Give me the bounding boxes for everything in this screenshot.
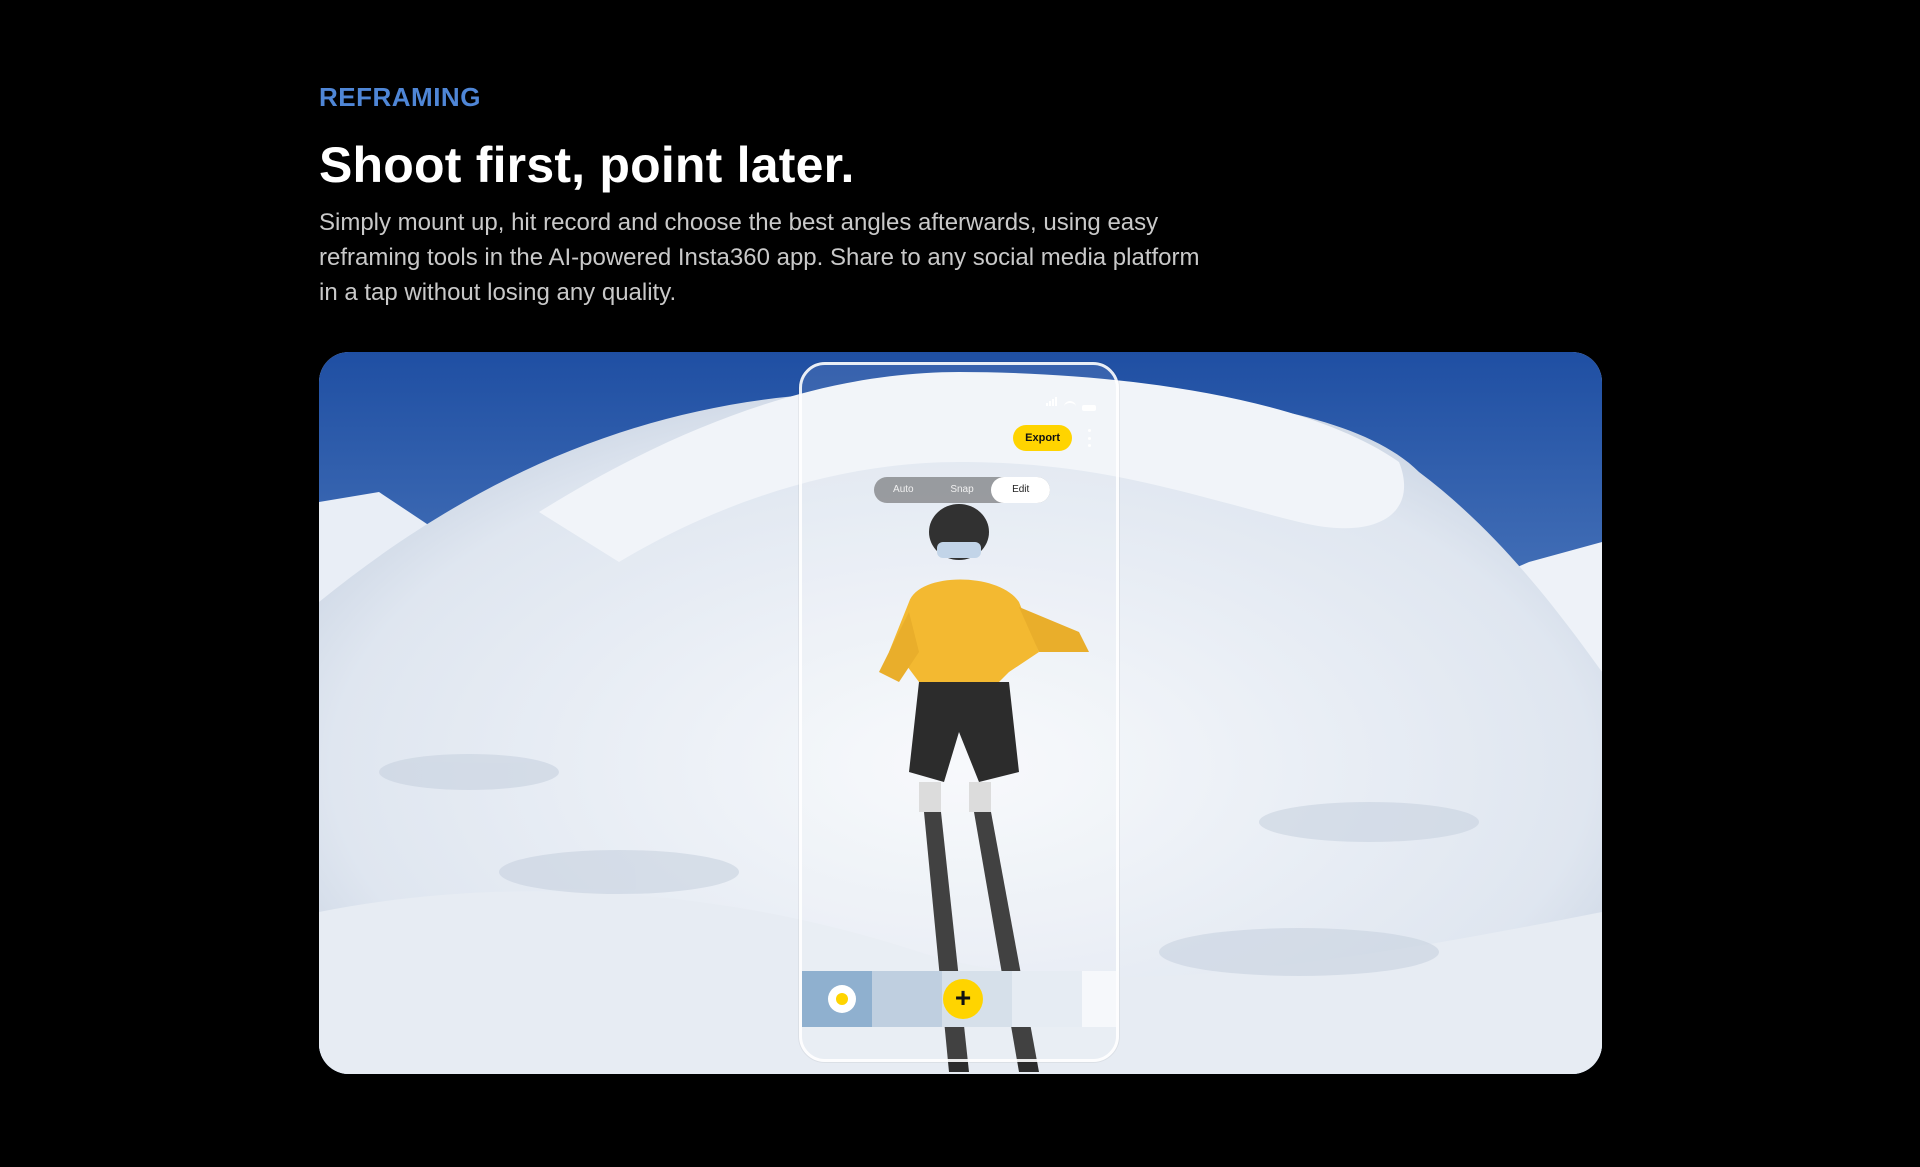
timeline-clip — [1012, 971, 1082, 1027]
mode-snap-tab[interactable]: Snap — [933, 477, 992, 503]
mode-auto-tab[interactable]: Auto — [874, 477, 933, 503]
timeline-clip — [872, 971, 942, 1027]
clip-timeline[interactable]: + — [802, 971, 1116, 1027]
mode-edit-tab[interactable]: Edit — [991, 477, 1051, 503]
wifi-icon — [1064, 401, 1076, 411]
body-line: in a tap without losing any quality. — [319, 279, 677, 306]
phone-frame: Export Auto Snap Edit + — [799, 362, 1119, 1062]
hero-media: Export Auto Snap Edit + — [319, 352, 1602, 1074]
body-line: reframing tools in the AI-powered Insta3… — [319, 244, 1200, 271]
export-button[interactable]: Export — [1013, 425, 1072, 451]
playhead-handle[interactable] — [828, 985, 856, 1013]
more-options-icon[interactable] — [1088, 429, 1092, 447]
eyebrow-label: REFRAMING — [319, 82, 481, 112]
headline: Shoot first, point later. — [319, 137, 855, 193]
battery-icon — [1082, 405, 1096, 411]
body-line: Simply mount up, hit record and choose t… — [319, 209, 1159, 236]
signal-icon — [1046, 393, 1058, 411]
status-bar — [1046, 393, 1096, 411]
phone-screen — [802, 365, 1116, 1059]
mode-switch: Auto Snap Edit — [874, 477, 1051, 503]
body-copy: Simply mount up, hit record and choose t… — [319, 205, 1359, 310]
add-keyframe-button[interactable]: + — [943, 979, 983, 1019]
